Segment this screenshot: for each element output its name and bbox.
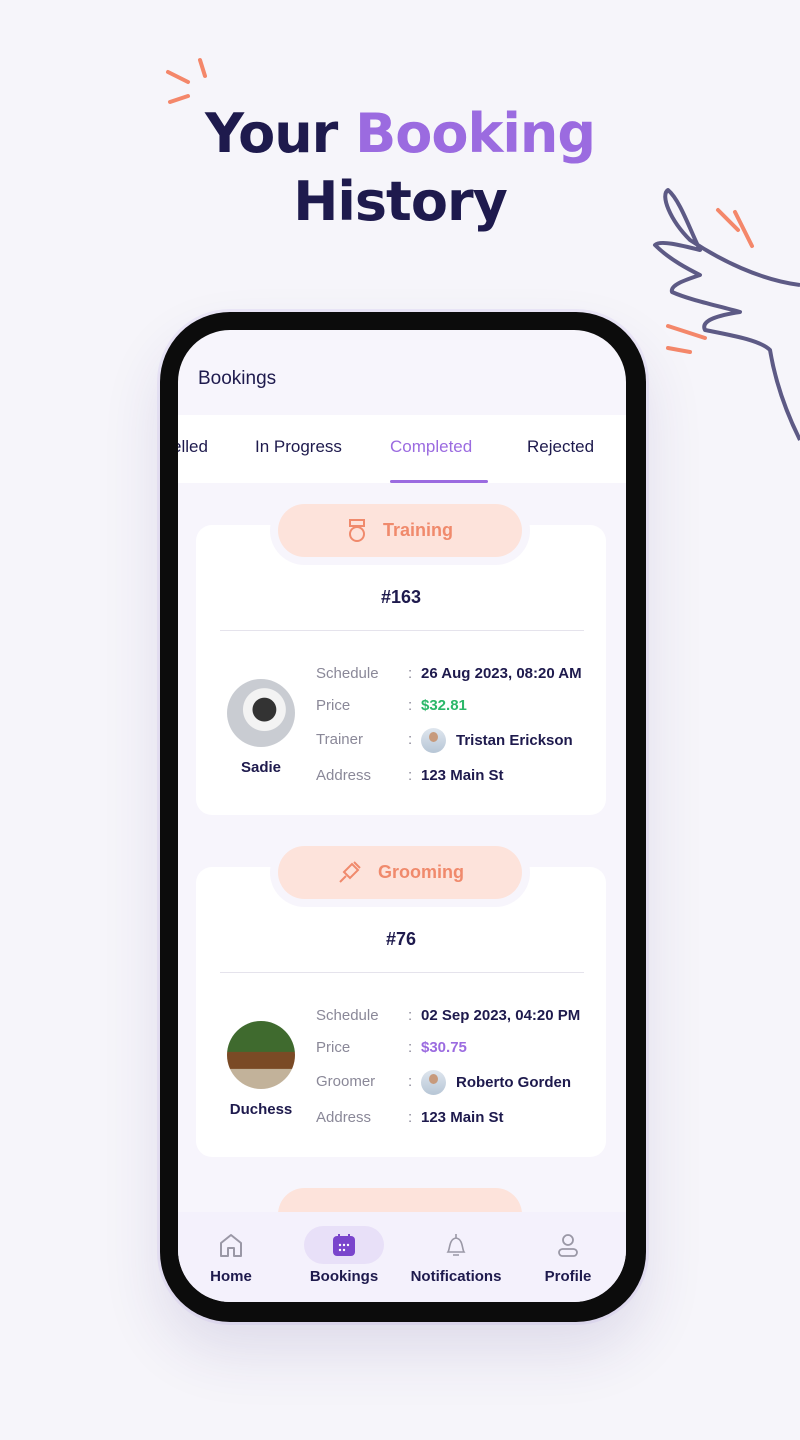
tab-rejected[interactable]: Rejected <box>527 437 594 457</box>
detail-value: 02 Sep 2023, 04:20 PM <box>421 1007 581 1024</box>
tab-completed[interactable]: Completed <box>390 437 472 457</box>
headline-part: History <box>293 170 508 233</box>
service-pill: Grooming <box>278 846 522 899</box>
home-icon <box>220 1234 242 1257</box>
nav-notifications[interactable]: Notifications <box>401 1226 511 1285</box>
pet-name: Duchess <box>229 1101 293 1118</box>
booking-id: #76 <box>385 929 417 949</box>
tab-in-progress[interactable]: In Progress <box>255 437 342 457</box>
page-headline: Your Booking History <box>0 100 800 236</box>
tab-cancelled[interactable]: elled <box>178 437 208 457</box>
divider <box>220 630 584 631</box>
detail-label: Groomer <box>316 1073 376 1090</box>
trainer-name: Tristan Erickson <box>456 732 573 749</box>
active-tab-indicator <box>390 480 488 483</box>
detail-label: Address <box>316 1109 372 1126</box>
booking-tabs: elled In Progress Completed Rejected <box>178 415 626 483</box>
headline-accent: Booking <box>355 102 596 165</box>
screen-title: Bookings <box>198 368 277 389</box>
nav-label: Bookings <box>309 1268 379 1285</box>
nav-bookings[interactable]: Bookings <box>289 1226 399 1285</box>
booking-card[interactable]: #76 Duchess Schedule:02 Sep 2023, 04:20 … <box>196 867 606 1157</box>
detail-label: Price <box>316 1039 351 1056</box>
pet-name: Sadie <box>240 759 282 776</box>
nav-label: Notifications <box>410 1268 502 1285</box>
detail-label: Schedule <box>316 665 379 682</box>
detail-label: Trainer <box>316 731 363 748</box>
divider <box>220 972 584 973</box>
price-value: $30.75 <box>421 1039 467 1056</box>
detail-label: Schedule <box>316 1007 379 1024</box>
user-icon <box>558 1234 578 1257</box>
nav-profile[interactable]: Profile <box>513 1226 623 1285</box>
detail-value: 123 Main St <box>421 1109 504 1126</box>
groomer-avatar <box>421 1070 446 1095</box>
bell-icon <box>446 1234 466 1256</box>
service-pill: Training <box>278 504 522 557</box>
detail-value: 123 Main St <box>421 767 504 784</box>
groomer-name: Roberto Gorden <box>456 1074 571 1091</box>
bottom-nav: Home Bookings Notifications Profile <box>178 1212 626 1302</box>
pet-avatar <box>227 679 295 747</box>
price-value: $32.81 <box>421 697 467 714</box>
phone-frame: Bookings elled In Progress Completed Rej… <box>160 312 646 1322</box>
booking-card[interactable]: #163 Sadie Schedule:26 Aug 2023, 08:20 A… <box>196 525 606 815</box>
nav-label: Home <box>210 1268 252 1285</box>
syringe-icon <box>339 860 361 883</box>
service-label: Training <box>382 520 453 540</box>
phone-screen: Bookings elled In Progress Completed Rej… <box>178 330 626 1302</box>
headline-part: Your <box>204 102 338 165</box>
nav-label: Profile <box>544 1268 592 1285</box>
service-label: Grooming <box>378 862 464 882</box>
booking-id: #163 <box>380 587 422 607</box>
trainer-avatar <box>421 728 446 753</box>
detail-label: Address <box>316 767 372 784</box>
nav-home[interactable]: Home <box>178 1226 286 1285</box>
calendar-icon <box>333 1234 355 1256</box>
detail-label: Price <box>316 697 351 714</box>
pet-avatar <box>227 1021 295 1089</box>
detail-value: 26 Aug 2023, 08:20 AM <box>421 665 582 682</box>
medal-icon <box>348 518 365 542</box>
